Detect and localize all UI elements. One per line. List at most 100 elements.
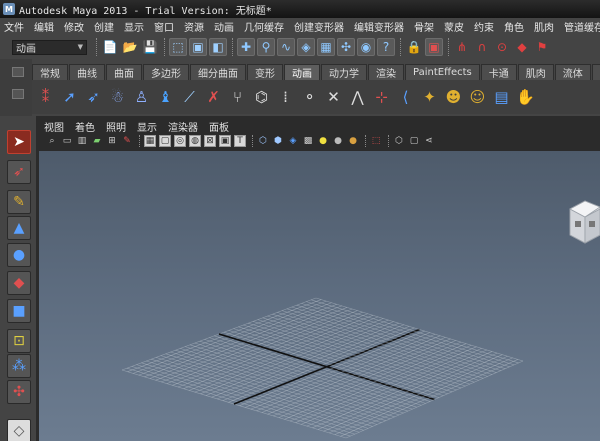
- point-constraint-icon[interactable]: ⊹: [372, 86, 391, 108]
- perspective-viewport[interactable]: [39, 151, 600, 441]
- film-gate-icon[interactable]: ▢: [159, 135, 171, 147]
- motion-trail-icon[interactable]: ➶: [84, 86, 103, 108]
- wrap-deformer-icon[interactable]: ▤: [492, 86, 511, 108]
- character-head-icon[interactable]: ☻: [444, 86, 463, 108]
- default-lighting-icon[interactable]: ●: [317, 135, 329, 147]
- resolution-gate-icon[interactable]: ◎: [174, 135, 186, 147]
- soft-modification-icon[interactable]: ⊡: [7, 329, 31, 353]
- panel-menu-renderer[interactable]: 渲染器: [168, 119, 198, 134]
- safe-action-icon[interactable]: ▣: [219, 135, 231, 147]
- image-plane-icon[interactable]: ▰: [91, 135, 103, 147]
- grease-pencil-icon[interactable]: ✎: [121, 135, 133, 147]
- move-tool-icon[interactable]: ▲: [7, 216, 31, 240]
- snap-to-point-icon[interactable]: ⊙: [493, 38, 511, 56]
- turntable-icon[interactable]: ♝: [156, 86, 175, 108]
- wireframe-on-shaded-icon[interactable]: ◈: [287, 135, 299, 147]
- aim-constraint-icon[interactable]: ⟨: [396, 86, 415, 108]
- shelf-tab-fur[interactable]: 毛: [591, 64, 600, 80]
- panel-menu-show[interactable]: 显示: [137, 119, 157, 134]
- panel-menu-panels[interactable]: 面板: [209, 119, 229, 134]
- select-rendering-icon[interactable]: ◉: [357, 38, 375, 56]
- shelf-tab-curves[interactable]: 曲线: [69, 64, 105, 80]
- menu-constrain[interactable]: 约束: [474, 19, 494, 34]
- select-object-icon[interactable]: ▣: [189, 38, 207, 56]
- gate-mask-icon[interactable]: ◍: [189, 135, 201, 147]
- grid-icon[interactable]: ▦: [144, 135, 156, 147]
- panel-menu-view[interactable]: 视图: [44, 119, 64, 134]
- smooth-shade-icon[interactable]: ⬢: [272, 135, 284, 147]
- menu-character[interactable]: 角色: [504, 19, 524, 34]
- isolate-select-icon[interactable]: ⬚: [370, 135, 382, 147]
- shelf-tab-deformation[interactable]: 变形: [247, 64, 283, 80]
- show-manipulator-icon[interactable]: ⁂: [7, 354, 31, 378]
- snap-to-grid-icon[interactable]: ⋔: [453, 38, 471, 56]
- select-handles-icon[interactable]: ✚: [237, 38, 255, 56]
- field-chart-icon[interactable]: ⊠: [204, 135, 216, 147]
- bind-skin-icon[interactable]: ⌬: [252, 86, 271, 108]
- menu-display[interactable]: 显示: [124, 19, 144, 34]
- menu-muscle[interactable]: 肌肉: [534, 19, 554, 34]
- lasso-tool-icon[interactable]: ➶: [7, 160, 31, 184]
- menu-window[interactable]: 窗口: [154, 19, 174, 34]
- shadows-icon[interactable]: ●: [347, 135, 359, 147]
- bookmark-icon[interactable]: ▥: [76, 135, 88, 147]
- ghost-icon[interactable]: ☃: [108, 86, 127, 108]
- select-curves-icon[interactable]: ∿: [277, 38, 295, 56]
- orient-constraint-icon[interactable]: ✦: [420, 86, 439, 108]
- menu-skin[interactable]: 蒙皮: [444, 19, 464, 34]
- menu-file[interactable]: 文件: [4, 19, 24, 34]
- shelf-editor-icon[interactable]: [12, 89, 24, 99]
- universal-manipulator-icon[interactable]: ■: [7, 299, 31, 323]
- blend-shape-icon[interactable]: ☺: [468, 86, 487, 108]
- all-lights-icon[interactable]: ●: [332, 135, 344, 147]
- joint-tool-icon[interactable]: ⟋: [180, 86, 199, 108]
- shelf-tab-toon[interactable]: 卡通: [480, 64, 517, 80]
- hand-pose-icon[interactable]: ✋: [516, 86, 535, 108]
- bind-smooth-icon[interactable]: ⁞: [276, 86, 295, 108]
- menu-edit-deformers[interactable]: 编辑变形器: [354, 19, 404, 34]
- shelf-tab-muscle[interactable]: 肌肉: [517, 64, 554, 80]
- shelf-tab-menu-icon[interactable]: [12, 67, 24, 77]
- shelf-tab-general[interactable]: 常规: [32, 64, 68, 80]
- lock-selection-icon[interactable]: 🔒: [405, 38, 423, 56]
- camera-attributes-icon[interactable]: ▭: [61, 135, 73, 147]
- two-d-pan-zoom-icon[interactable]: ⊞: [106, 135, 118, 147]
- lattice-icon[interactable]: ✕: [324, 86, 343, 108]
- panel-menu-shading[interactable]: 着色: [75, 119, 95, 134]
- unghost-icon[interactable]: ♙: [132, 86, 151, 108]
- shelf-tab-polygons[interactable]: 多边形: [143, 64, 189, 80]
- select-surfaces-icon[interactable]: ◈: [297, 38, 315, 56]
- menu-create[interactable]: 创建: [94, 19, 114, 34]
- select-component-icon[interactable]: ◧: [209, 38, 227, 56]
- select-dynamics-icon[interactable]: ✣: [337, 38, 355, 56]
- menu-set-dropdown[interactable]: 动画 ▼: [12, 39, 87, 55]
- paint-select-tool-icon[interactable]: ✎: [7, 190, 31, 214]
- wireframe-icon[interactable]: ⬡: [257, 135, 269, 147]
- select-tool-icon[interactable]: ➤: [7, 130, 31, 154]
- open-scene-icon[interactable]: 📂: [121, 38, 139, 56]
- snap-to-view-plane-icon[interactable]: ◆: [513, 38, 531, 56]
- highlight-selection-icon[interactable]: ▣: [425, 38, 443, 56]
- select-joints-icon[interactable]: ⚲: [257, 38, 275, 56]
- shelf-tab-dynamics[interactable]: 动力学: [321, 64, 367, 80]
- new-scene-icon[interactable]: 📄: [101, 38, 119, 56]
- select-misc-icon[interactable]: ?: [377, 38, 395, 56]
- last-tool-icon[interactable]: ✣: [7, 380, 31, 404]
- select-hierarchy-icon[interactable]: ⬚: [169, 38, 187, 56]
- menu-animate[interactable]: 动画: [214, 19, 234, 34]
- shelf-tab-rendering[interactable]: 渲染: [368, 64, 404, 80]
- menu-modify[interactable]: 修改: [64, 19, 84, 34]
- set-key-icon[interactable]: ⁑: [36, 86, 55, 108]
- select-camera-icon[interactable]: ⌕: [46, 135, 58, 147]
- x-ray-joints-icon[interactable]: ▢: [408, 135, 420, 147]
- panel-menu-lighting[interactable]: 照明: [106, 119, 126, 134]
- ik-handle-icon[interactable]: ✗: [204, 86, 223, 108]
- x-ray-icon[interactable]: ⬡: [393, 135, 405, 147]
- snap-to-curve-icon[interactable]: ∩: [473, 38, 491, 56]
- scale-tool-icon[interactable]: ◆: [7, 271, 31, 295]
- shelf-tab-animation[interactable]: 动画: [284, 64, 320, 80]
- menu-geometry-cache[interactable]: 几何缓存: [244, 19, 284, 34]
- textured-icon[interactable]: ▩: [302, 135, 314, 147]
- view-cube-icon[interactable]: [569, 200, 600, 244]
- share-icon[interactable]: ⋖: [423, 135, 435, 147]
